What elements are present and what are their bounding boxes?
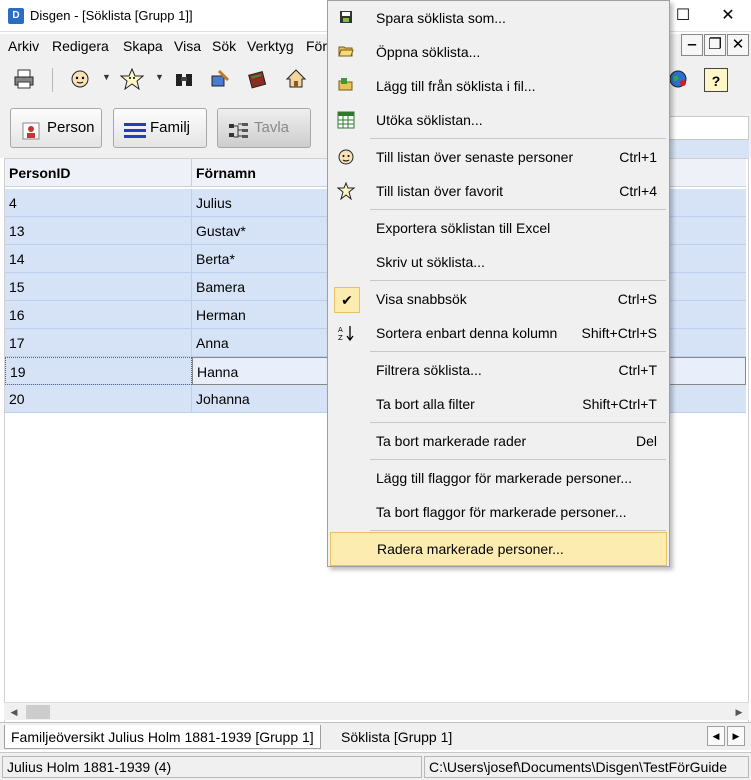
family-mode-button[interactable]: Familj (113, 108, 207, 148)
tree-mode-label: Tavla (254, 119, 290, 136)
save-list-icon (336, 9, 356, 29)
add-from-file-icon (336, 77, 356, 97)
person-icon (21, 118, 41, 140)
printer-icon[interactable] (12, 68, 36, 92)
cell-personid[interactable]: 16 (5, 301, 192, 329)
scroll-thumb[interactable] (26, 705, 50, 719)
favorite-dropdown-arrow-icon[interactable]: ▼ (155, 72, 164, 82)
menu-item-remove-selected-rows[interactable]: Ta bort markerade rader Del (330, 425, 667, 459)
person-dropdown-arrow-icon[interactable]: ▼ (102, 72, 111, 82)
tree-chart-icon (228, 118, 248, 138)
cell-personid[interactable]: 17 (5, 329, 192, 357)
menu-separator (370, 138, 666, 139)
status-database-path: C:\Users\josef\Documents\Disgen\TestFörG… (424, 756, 749, 778)
person-mode-label: Person (47, 119, 95, 136)
edit-hand-icon[interactable] (208, 68, 232, 92)
cell-personid[interactable]: 4 (5, 189, 192, 217)
window-title: Disgen - [Söklista [Grupp 1]] (30, 8, 193, 23)
menu-item-add-flags[interactable]: Lägg till flaggor för markerade personer… (330, 462, 667, 496)
menu-for[interactable]: För (306, 38, 327, 54)
menu-separator (370, 530, 666, 531)
mdi-minimize-button[interactable]: ‒ (681, 34, 703, 56)
status-bar: Julius Holm 1881-1939 (4) C:\Users\josef… (0, 752, 751, 780)
scroll-left-arrow-icon[interactable]: ◀ (6, 705, 22, 719)
menu-separator (370, 351, 666, 352)
menu-arkiv[interactable]: Arkiv (8, 38, 39, 54)
document-tabs: Familjeöversikt Julius Holm 1881-1939 [G… (0, 722, 751, 750)
menu-verktyg[interactable]: Verktyg (247, 38, 294, 54)
menu-item-delete-selected-persons[interactable]: Radera markerade personer... (330, 532, 667, 566)
menu-separator (370, 209, 666, 210)
menu-item-extend-list[interactable]: Utöka söklistan... (330, 104, 667, 138)
binoculars-icon[interactable] (172, 68, 196, 92)
book-icon[interactable] (246, 68, 270, 92)
person-mode-button[interactable]: Person (10, 108, 102, 148)
svg-text:Z: Z (338, 334, 343, 342)
cell-personid[interactable]: 15 (5, 273, 192, 301)
mdi-restore-button[interactable]: ❐ (704, 34, 726, 56)
tab-prev-arrow-icon[interactable]: ◀ (707, 726, 725, 746)
menu-item-remove-flags[interactable]: Ta bort flaggor för markerade personer..… (330, 496, 667, 530)
cell-personid[interactable]: 13 (5, 217, 192, 245)
menu-item-open-list[interactable]: Öppna söklista... (330, 36, 667, 70)
app-icon[interactable]: D (8, 8, 24, 24)
help-icon[interactable]: ? (704, 68, 728, 92)
menu-separator (370, 422, 666, 423)
column-header-personid[interactable]: PersonID (5, 159, 192, 187)
status-current-person: Julius Holm 1881-1939 (4) (2, 756, 422, 778)
family-list-icon (124, 118, 146, 138)
recent-person-icon (336, 148, 356, 168)
svg-text:A: A (338, 326, 343, 334)
menu-item-export-excel[interactable]: Exportera söklistan till Excel (330, 212, 667, 246)
open-folder-icon (336, 43, 356, 63)
menu-item-add-to-recent[interactable]: Till listan över senaste personer Ctrl+1 (330, 141, 667, 175)
toolbar-separator (52, 68, 53, 92)
menu-redigera[interactable]: Redigera (52, 38, 109, 54)
menu-item-add-to-favorites[interactable]: Till listan över favorit Ctrl+4 (330, 175, 667, 209)
tab-family-overview[interactable]: Familjeöversikt Julius Holm 1881-1939 [G… (4, 725, 321, 749)
family-mode-label: Familj (150, 119, 190, 136)
menu-separator (370, 280, 666, 281)
menu-item-sort-column[interactable]: AZ Sortera enbart denna kolumn Shift+Ctr… (330, 317, 667, 351)
extend-list-icon (336, 111, 356, 131)
menu-visa[interactable]: Visa (174, 38, 201, 54)
menu-item-add-from-file[interactable]: Lägg till från söklista i fil... (330, 70, 667, 104)
home-icon[interactable] (284, 68, 308, 92)
scroll-right-arrow-icon[interactable]: ▶ (731, 705, 747, 719)
menu-skapa[interactable]: Skapa (123, 38, 163, 54)
search-list-context-menu: Spara söklista som... Öppna söklista... … (327, 0, 670, 567)
favorite-person-icon (336, 181, 356, 202)
column-header-strip (669, 140, 749, 158)
tab-next-arrow-icon[interactable]: ▶ (727, 726, 745, 746)
tree-mode-button[interactable]: Tavla (217, 108, 311, 148)
cell-personid[interactable]: 20 (5, 385, 192, 413)
menu-item-print-list[interactable]: Skriv ut söklista... (330, 246, 667, 280)
menu-item-save-list-as[interactable]: Spara söklista som... (330, 2, 667, 36)
cell-personid[interactable]: 14 (5, 245, 192, 273)
horizontal-scrollbar[interactable]: ◀ ▶ (4, 702, 749, 720)
cell-personid[interactable]: 19 (5, 357, 192, 385)
menu-sok[interactable]: Sök (212, 38, 236, 54)
tab-search-list[interactable]: Söklista [Grupp 1] (335, 725, 458, 749)
menu-item-filter-list[interactable]: Filtrera söklista... Ctrl+T (330, 354, 667, 388)
favorite-person-icon[interactable] (119, 67, 145, 92)
sort-icon: AZ (336, 324, 356, 344)
person-face-icon[interactable] (68, 68, 92, 92)
mdi-close-button[interactable]: ✕ (727, 34, 749, 56)
close-window-button[interactable]: ✕ (705, 0, 751, 32)
menu-item-remove-all-filters[interactable]: Ta bort alla filter Shift+Ctrl+T (330, 388, 667, 422)
menu-item-show-quick-search[interactable]: ✔ Visa snabbsök Ctrl+S (330, 283, 667, 317)
check-icon: ✔ (334, 287, 360, 313)
quick-search-input[interactable] (669, 116, 749, 140)
menu-separator (370, 459, 666, 460)
